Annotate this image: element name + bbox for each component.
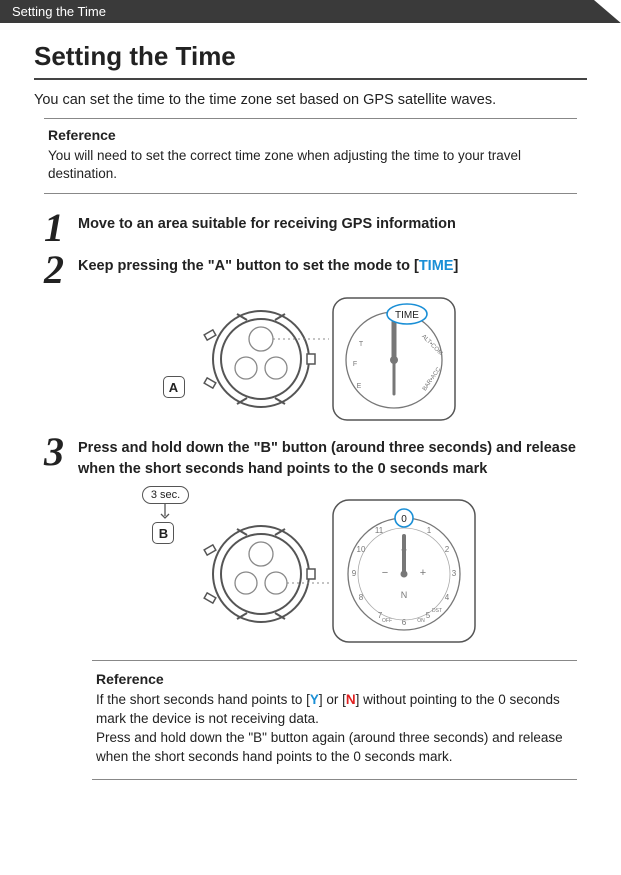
svg-text:−: − — [382, 567, 388, 579]
svg-text:DST: DST — [432, 608, 442, 614]
reference-2-text: If the short seconds hand points to [Y] … — [96, 691, 573, 767]
svg-text:2: 2 — [445, 545, 450, 554]
svg-text:F: F — [352, 361, 356, 368]
mode-word: TIME — [419, 258, 454, 274]
svg-text:1: 1 — [427, 526, 432, 535]
watch-diagram-b — [189, 496, 329, 646]
reference-text: You will need to set the correct time zo… — [48, 147, 573, 183]
step-3: 3 Press and hold down the "B" button (ar… — [44, 434, 577, 479]
step-3-illustration: 3 sec. B — [34, 485, 587, 646]
breadcrumb-text: Setting the Time — [12, 4, 106, 19]
step-number: 1 — [44, 210, 78, 246]
svg-text:N: N — [401, 590, 408, 600]
svg-text:10: 10 — [357, 545, 366, 554]
step-2-text: Keep pressing the "A" button to set the … — [78, 252, 458, 276]
svg-text:OFF: OFF — [382, 618, 392, 624]
svg-text:5: 5 — [426, 611, 431, 620]
step-1: 1 Move to an area suitable for receiving… — [44, 210, 577, 246]
step-number: 2 — [44, 252, 78, 288]
step-1-text: Move to an area suitable for receiving G… — [78, 210, 456, 234]
svg-text:6: 6 — [402, 618, 407, 627]
y-mark: Y — [310, 692, 319, 707]
step-number: 3 — [44, 434, 78, 470]
svg-text:0: 0 — [401, 514, 407, 525]
reference-box-1: Reference You will need to set the corre… — [44, 118, 577, 194]
time-badge-text: TIME — [395, 310, 419, 321]
step-2-prefix: Keep pressing the "A" button to set the … — [78, 258, 419, 274]
page-title: Setting the Time — [34, 41, 587, 80]
mode-dial-diagram: M ALT•COM BAR•ACC F T E TIME — [329, 294, 459, 424]
hold-duration-bubble: 3 sec. — [142, 486, 189, 504]
svg-text:+: + — [420, 567, 426, 579]
page-content: Setting the Time You can set the time to… — [0, 23, 621, 790]
reference-label: Reference — [96, 671, 573, 687]
svg-text:11: 11 — [375, 526, 384, 535]
breadcrumb-bar: Setting the Time — [0, 0, 621, 23]
svg-text:E: E — [356, 383, 361, 390]
intro-text: You can set the time to the time zone se… — [34, 92, 587, 108]
seconds-dial-diagram: 0 1 2 3 4 5 6 7 8 9 10 11 ON DST OFF — [329, 496, 479, 646]
button-a-label: A — [163, 376, 185, 398]
svg-text:T: T — [358, 341, 363, 348]
button-b-label: B — [152, 522, 174, 544]
watch-diagram — [189, 294, 329, 424]
bubble-tail-icon — [159, 504, 171, 522]
step-2: 2 Keep pressing the "A" button to set th… — [44, 252, 577, 288]
step-3-text: Press and hold down the "B" button (arou… — [78, 434, 577, 479]
reference-label: Reference — [48, 127, 573, 143]
svg-text:8: 8 — [359, 593, 364, 602]
svg-text:3: 3 — [452, 569, 457, 578]
step-2-illustration: A M A — [34, 294, 587, 424]
svg-text:4: 4 — [445, 593, 450, 602]
svg-text:9: 9 — [352, 569, 357, 578]
n-mark: N — [346, 692, 356, 707]
reference-box-2: Reference If the short seconds hand poin… — [92, 660, 577, 780]
step-2-suffix: ] — [453, 258, 458, 274]
svg-text:ON: ON — [417, 618, 425, 624]
